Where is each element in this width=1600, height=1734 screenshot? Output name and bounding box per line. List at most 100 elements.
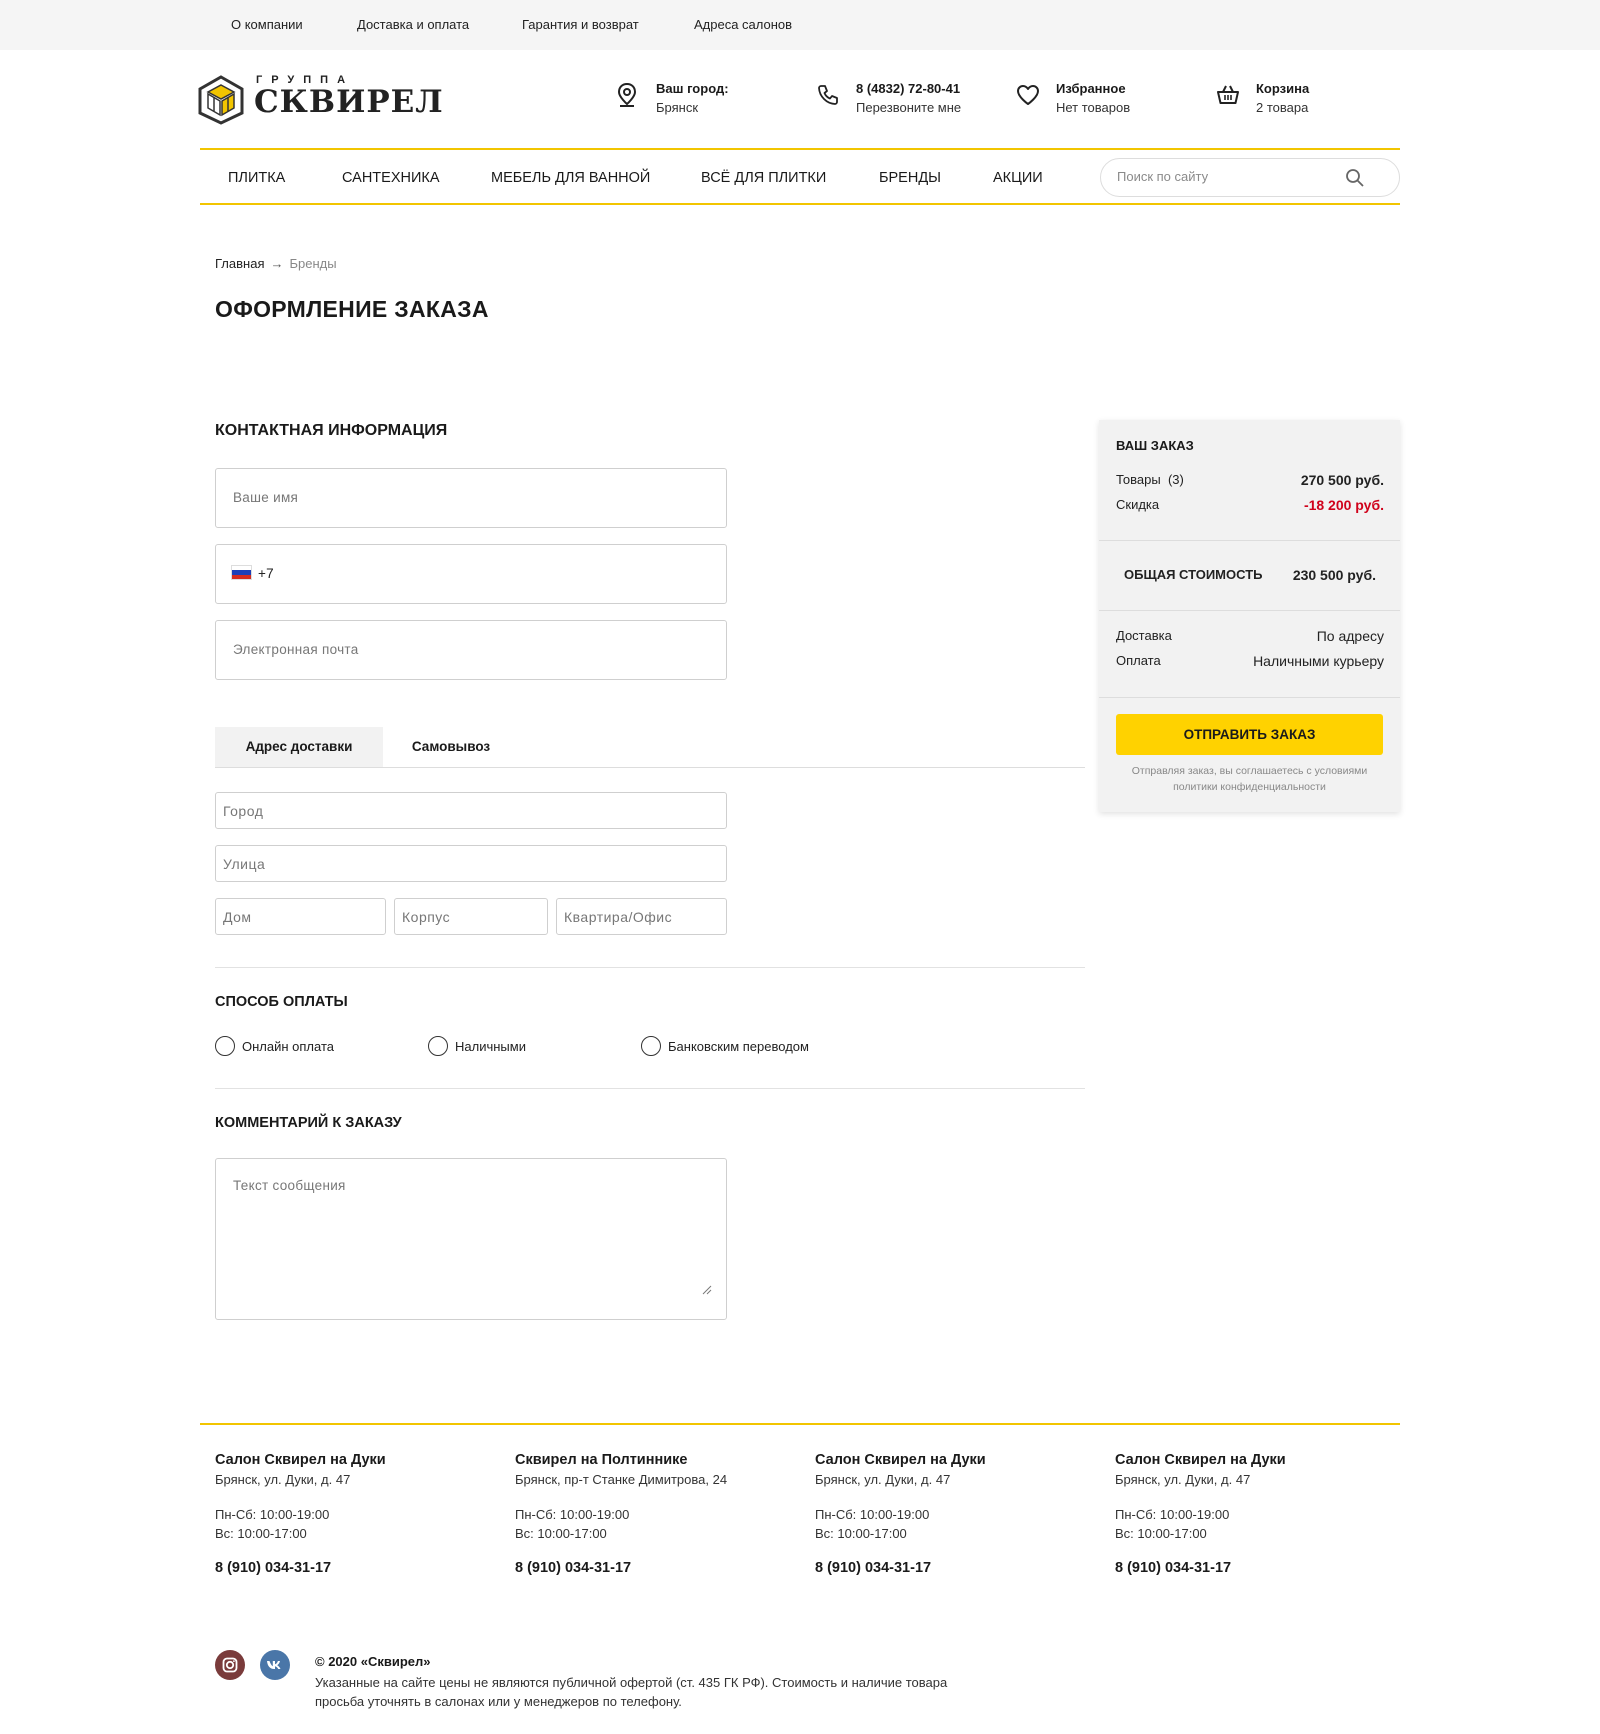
nav-item-tile-accessories[interactable]: ВСЁ ДЛЯ ПЛИТКИ <box>701 170 826 186</box>
name-input[interactable] <box>233 490 703 505</box>
search-input[interactable] <box>1117 169 1347 184</box>
divider <box>215 1088 1085 1089</box>
phone-icon <box>818 85 838 105</box>
salon-name: Салон Сквирел на Дуки <box>1115 1452 1286 1468</box>
nav-item-bath-furniture[interactable]: МЕБЕЛЬ ДЛЯ ВАННОЙ <box>491 170 650 186</box>
nav-item-promotions[interactable]: АКЦИИ <box>993 170 1043 186</box>
divider <box>1099 540 1400 541</box>
discount-label: Скидка <box>1116 497 1160 512</box>
breadcrumb: Главная → Бренды <box>215 256 337 271</box>
street-input[interactable] <box>223 856 682 872</box>
salon-hours-weekday: Пн-Сб: 10:00-19:00 <box>215 1507 330 1522</box>
order-summary: ВАШ ЗАКАЗ Товары (3) 270 500 руб. Скидка… <box>1099 420 1400 812</box>
salon-phone[interactable]: 8 (910) 034-31-17 <box>815 1560 931 1576</box>
divider <box>215 967 1085 968</box>
topbar-link-warranty[interactable]: Гарантия и возврат <box>522 17 639 32</box>
topbar-link-about[interactable]: О компании <box>231 17 303 32</box>
radio-label: Онлайн оплата <box>242 1039 334 1054</box>
heart-icon <box>1017 85 1039 105</box>
city-field <box>215 792 727 829</box>
vk-icon[interactable] <box>260 1650 290 1680</box>
tab-delivery-address[interactable]: Адрес доставки <box>215 727 383 767</box>
salon-name: Сквирел на Полтиннике <box>515 1452 688 1468</box>
delivery-tabs: Адрес доставки Самовывоз <box>215 727 1085 768</box>
page-title: ОФОРМЛЕНИЕ ЗАКАЗА <box>215 296 489 322</box>
russia-flag-icon[interactable] <box>231 565 252 580</box>
breadcrumb-arrow-icon: → <box>270 256 284 271</box>
comment-textarea[interactable] <box>233 1178 703 1298</box>
callback-link[interactable]: Перезвоните мне <box>856 100 961 115</box>
salon-hours-sunday: Вс: 10:00-17:00 <box>815 1526 907 1541</box>
delivery-value: По адресу <box>1316 628 1384 644</box>
divider <box>1099 697 1400 698</box>
instagram-icon[interactable] <box>215 1650 245 1680</box>
tab-pickup[interactable]: Самовывоз <box>383 727 519 767</box>
search-icon[interactable] <box>1345 168 1365 188</box>
main-nav: ПЛИТКА САНТЕХНИКА МЕБЕЛЬ ДЛЯ ВАННОЙ ВСЁ … <box>200 148 1400 205</box>
breadcrumb-current: Бренды <box>289 256 337 271</box>
breadcrumb-home[interactable]: Главная <box>215 256 264 271</box>
items-value: 270 500 руб. <box>1300 472 1384 488</box>
cart-value: 2 товара <box>1256 100 1309 115</box>
topbar-link-delivery[interactable]: Доставка и оплата <box>357 17 469 32</box>
nav-item-tile[interactable]: ПЛИТКА <box>228 170 285 186</box>
salon-hours-sunday: Вс: 10:00-17:00 <box>1115 1526 1207 1541</box>
payment-value: Наличными курьеру <box>1253 653 1384 669</box>
salon-name: Салон Сквирел на Дуки <box>815 1452 986 1468</box>
house-input[interactable] <box>223 909 376 925</box>
vk-glyph <box>267 1661 281 1669</box>
nav-item-brands[interactable]: БРЕНДЫ <box>879 170 941 186</box>
logo-cube-icon <box>198 75 244 125</box>
favorites-value: Нет товаров <box>1056 100 1131 115</box>
copyright: © 2020 «Сквирел» <box>315 1654 431 1669</box>
discount-value: -18 200 руб. <box>1303 497 1384 513</box>
logo-title: СКВИРЕЛ <box>254 84 444 120</box>
salon-phone[interactable]: 8 (910) 034-31-17 <box>515 1560 631 1576</box>
nav-item-plumbing[interactable]: САНТЕХНИКА <box>342 170 440 186</box>
radio-label: Наличными <box>455 1039 526 1054</box>
radio-circle[interactable] <box>641 1036 661 1056</box>
resize-handle-icon[interactable] <box>702 1285 712 1295</box>
city-input[interactable] <box>223 803 682 819</box>
building-field <box>394 898 548 935</box>
salon-address: Брянск, ул. Дуки, д. 47 <box>815 1472 951 1487</box>
salon-address: Брянск, ул. Дуки, д. 47 <box>1115 1472 1251 1487</box>
items-count: (3) <box>1167 472 1184 487</box>
top-bar: О компании Доставка и оплата Гарантия и … <box>0 0 1600 50</box>
salon-hours-weekday: Пн-Сб: 10:00-19:00 <box>815 1507 930 1522</box>
salon-phone[interactable]: 8 (910) 034-31-17 <box>215 1560 331 1576</box>
phone-number[interactable]: 8 (4832) 72-80-41 <box>856 81 960 96</box>
submit-order-button[interactable]: ОТПРАВИТЬ ЗАКАЗ <box>1116 714 1383 755</box>
payment-label: Оплата <box>1116 653 1161 668</box>
phone-input[interactable] <box>258 566 698 581</box>
favorites-label: Избранное <box>1056 81 1126 96</box>
payment-heading: СПОСОБ ОПЛАТЫ <box>215 994 348 1010</box>
comment-field <box>215 1158 727 1320</box>
radio-label: Банковским переводом <box>668 1039 809 1054</box>
radio-circle[interactable] <box>215 1036 235 1056</box>
email-field <box>215 620 727 680</box>
salon-hours-sunday: Вс: 10:00-17:00 <box>215 1526 307 1541</box>
contact-heading: КОНТАКТНАЯ ИНФОРМАЦИЯ <box>215 422 448 439</box>
salon-address: Брянск, пр-т Станке Димитрова, 24 <box>515 1472 728 1487</box>
city-value: Брянск <box>656 100 699 115</box>
building-input[interactable] <box>402 909 539 925</box>
logo[interactable]: ГРУППА СКВИРЕЛ <box>198 72 443 127</box>
street-field <box>215 845 727 882</box>
email-input[interactable] <box>233 642 703 657</box>
salon-hours-sunday: Вс: 10:00-17:00 <box>515 1526 607 1541</box>
phone-field <box>215 544 727 604</box>
delivery-label: Доставка <box>1116 628 1172 643</box>
radio-circle[interactable] <box>428 1036 448 1056</box>
privacy-note[interactable]: Отправляя заказ, вы соглашаетесь с услов… <box>1116 763 1383 795</box>
total-label: ОБЩАЯ СТОИМОСТЬ <box>1124 567 1263 582</box>
topbar-link-salons[interactable]: Адреса салонов <box>694 17 792 32</box>
search-box <box>1100 158 1400 197</box>
location-pin-icon <box>617 82 637 107</box>
footer-divider <box>200 1423 1400 1425</box>
salon-phone[interactable]: 8 (910) 034-31-17 <box>1115 1560 1231 1576</box>
comment-heading: КОММЕНТАРИЙ К ЗАКАЗУ <box>215 1115 402 1131</box>
salon-address: Брянск, ул. Дуки, д. 47 <box>215 1472 351 1487</box>
cart-label: Корзина <box>1256 81 1310 96</box>
apartment-input[interactable] <box>564 909 717 925</box>
